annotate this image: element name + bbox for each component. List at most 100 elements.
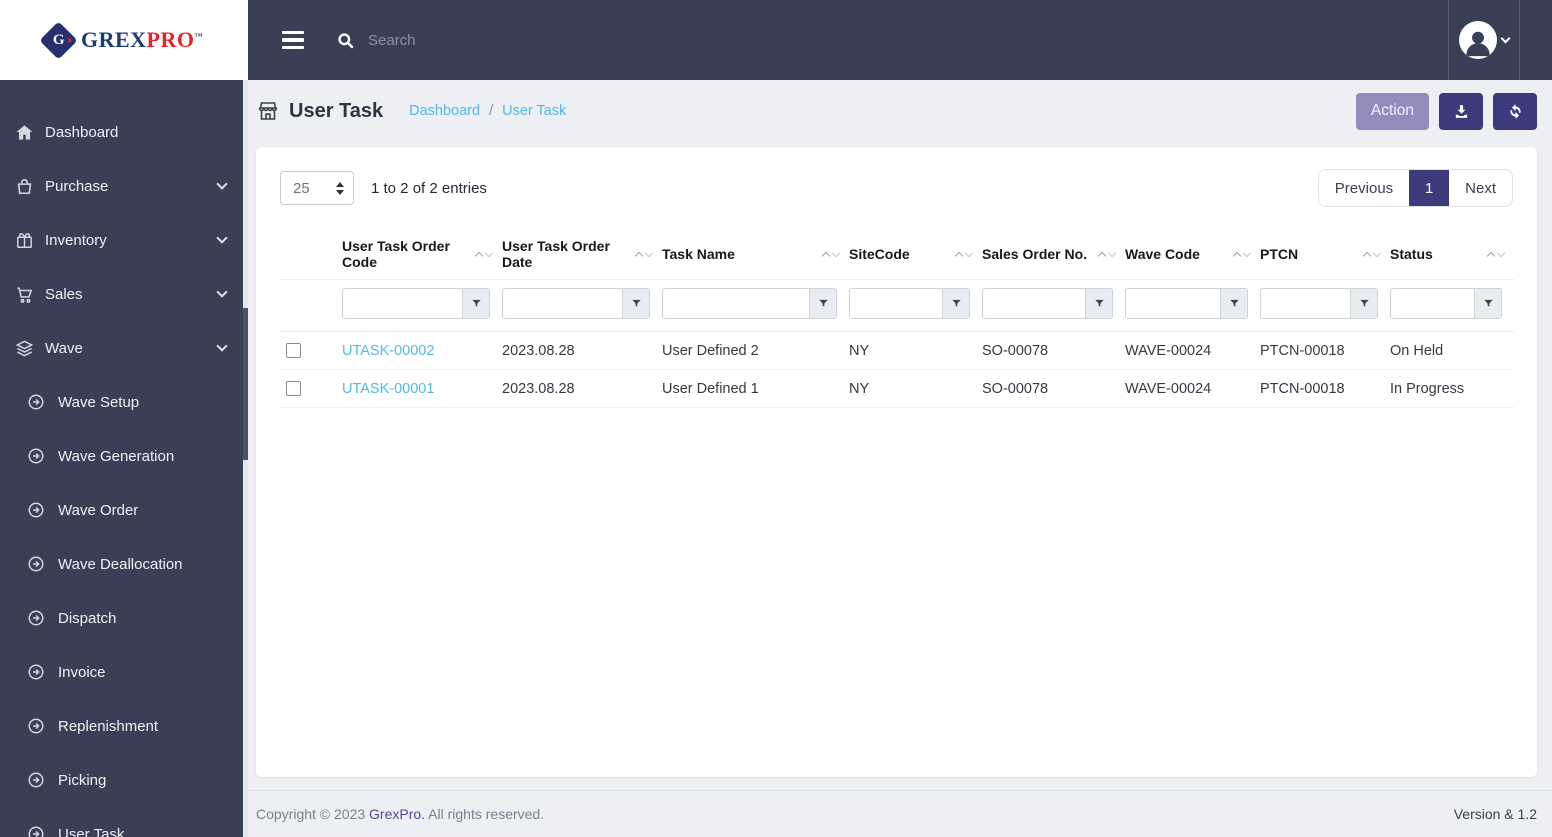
storefront-icon — [256, 99, 280, 123]
basket-icon — [14, 176, 34, 196]
filter-button[interactable] — [1474, 289, 1501, 318]
filter-button[interactable] — [1220, 289, 1247, 318]
funnel-icon — [471, 299, 481, 307]
user-icon — [1466, 31, 1490, 57]
sidebar-subitem-wave-generation[interactable]: Wave Generation — [0, 429, 248, 483]
topbar — [248, 0, 1552, 80]
arrow-circle-right-icon — [27, 609, 45, 627]
sidebar-subitem-picking[interactable]: Picking — [0, 753, 248, 807]
sort-desc-icon[interactable] — [1242, 248, 1252, 258]
column-header-user-task-order-code: User Task Order Code — [342, 229, 502, 280]
filter-button[interactable] — [1085, 289, 1112, 318]
cell-sitecode: NY — [849, 331, 982, 370]
column-header-task-name: Task Name — [662, 229, 849, 280]
layers-icon — [14, 338, 34, 358]
sidebar-item-sales[interactable]: Sales — [0, 267, 248, 321]
sort-desc-icon[interactable] — [1496, 248, 1506, 258]
sort-asc-icon[interactable] — [1232, 251, 1242, 261]
row-checkbox[interactable] — [286, 381, 301, 396]
sidebar-item-dashboard[interactable]: Dashboard — [0, 105, 248, 159]
package-icon — [14, 230, 34, 250]
pagination-previous[interactable]: Previous — [1319, 170, 1409, 206]
cell-task-name: User Defined 2 — [662, 331, 849, 370]
sort-desc-icon[interactable] — [644, 248, 654, 258]
sort-desc-icon[interactable] — [1372, 248, 1382, 258]
avatar — [1459, 21, 1497, 59]
column-header-ptcn: PTCN — [1260, 229, 1390, 280]
sidebar-item-inventory[interactable]: Inventory — [0, 213, 248, 267]
pagination-page-1[interactable]: 1 — [1409, 170, 1450, 206]
sidebar-subitem-replenishment[interactable]: Replenishment — [0, 699, 248, 753]
page-header: User Task Dashboard / User Task Action — [248, 80, 1552, 142]
page-size-value: 25 — [293, 179, 310, 197]
chevron-down-icon — [1500, 33, 1511, 43]
breadcrumb: Dashboard / User Task — [409, 103, 566, 119]
main-content: User Task Dashboard / User Task Action 2… — [248, 80, 1552, 837]
filter-input-wave-code[interactable] — [1126, 289, 1220, 318]
stepper-icon — [336, 181, 344, 195]
funnel-icon — [1359, 299, 1369, 307]
column-header-sitecode: SiteCode — [849, 229, 982, 280]
filter-button[interactable] — [622, 289, 649, 318]
user-task-table: User Task Order Code User Task Order Dat… — [280, 229, 1514, 408]
action-button[interactable]: Action — [1355, 92, 1429, 130]
filter-input-sales-order-no[interactable] — [983, 289, 1085, 318]
filter-button[interactable] — [942, 289, 969, 318]
trademark-symbol: ™ — [194, 31, 203, 41]
pagination-next[interactable]: Next — [1449, 170, 1512, 206]
sort-desc-icon[interactable] — [831, 248, 841, 258]
filter-input-sitecode[interactable] — [850, 289, 942, 318]
sort-asc-icon[interactable] — [954, 251, 964, 261]
sort-asc-icon[interactable] — [1486, 251, 1496, 261]
user-task-code-link[interactable]: UTASK-00002 — [342, 343, 434, 359]
chevron-down-icon — [216, 178, 228, 190]
search-input[interactable] — [368, 31, 788, 49]
sort-asc-icon[interactable] — [821, 251, 831, 261]
user-task-code-link[interactable]: UTASK-00001 — [342, 381, 434, 397]
cell-task-name: User Defined 1 — [662, 369, 849, 408]
sort-asc-icon[interactable] — [1362, 251, 1372, 261]
menu-toggle-button[interactable] — [276, 25, 310, 56]
filter-input-ptcn[interactable] — [1261, 289, 1350, 318]
sort-desc-icon[interactable] — [484, 248, 494, 258]
sidebar-subitem-wave-order[interactable]: Wave Order — [0, 483, 248, 537]
filter-button[interactable] — [462, 289, 489, 318]
sidebar-item-purchase[interactable]: Purchase — [0, 159, 248, 213]
arrow-circle-right-icon — [27, 717, 45, 735]
row-checkbox[interactable] — [286, 343, 301, 358]
funnel-icon — [1229, 299, 1239, 307]
refresh-button[interactable] — [1493, 92, 1537, 130]
sidebar-subitem-wave-setup[interactable]: Wave Setup — [0, 375, 248, 429]
filter-button[interactable] — [809, 289, 836, 318]
breadcrumb-link-dashboard[interactable]: Dashboard — [409, 103, 480, 119]
sidebar-scrollbar-thumb[interactable] — [243, 308, 248, 460]
sort-desc-icon[interactable] — [964, 248, 974, 258]
download-button[interactable] — [1439, 92, 1483, 130]
breadcrumb-current[interactable]: User Task — [502, 103, 566, 119]
user-menu[interactable] — [1448, 0, 1520, 80]
sidebar-subitem-wave-deallocation[interactable]: Wave Deallocation — [0, 537, 248, 591]
filter-input-user-task-order-date[interactable] — [503, 289, 622, 318]
filter-input-status[interactable] — [1391, 289, 1474, 318]
footer-brand-link[interactable]: GrexPro. — [369, 806, 425, 822]
filter-button[interactable] — [1350, 289, 1377, 318]
sidebar-subitem-dispatch[interactable]: Dispatch — [0, 591, 248, 645]
sidebar-item-wave[interactable]: Wave — [0, 321, 248, 375]
brand-logo[interactable]: G GREXPRO™ — [0, 0, 248, 80]
sidebar-subitem-user-task[interactable]: User Task — [0, 807, 248, 837]
pagination: Previous 1 Next — [1317, 169, 1513, 207]
sort-desc-icon[interactable] — [1107, 248, 1117, 258]
sort-asc-icon[interactable] — [1097, 251, 1107, 261]
sidebar-scrollbar[interactable] — [243, 80, 248, 837]
sidebar-subitem-invoice[interactable]: Invoice — [0, 645, 248, 699]
funnel-icon — [1483, 299, 1493, 307]
funnel-icon — [1094, 299, 1104, 307]
sort-asc-icon[interactable] — [634, 251, 644, 261]
page-size-select[interactable]: 25 — [280, 171, 354, 205]
chevron-down-icon — [216, 232, 228, 244]
filter-input-task-name[interactable] — [663, 289, 809, 318]
global-search — [336, 31, 1552, 50]
sort-asc-icon[interactable] — [474, 251, 484, 261]
cell-order-date: 2023.08.28 — [502, 369, 662, 408]
filter-input-user-task-order-code[interactable] — [343, 289, 462, 318]
